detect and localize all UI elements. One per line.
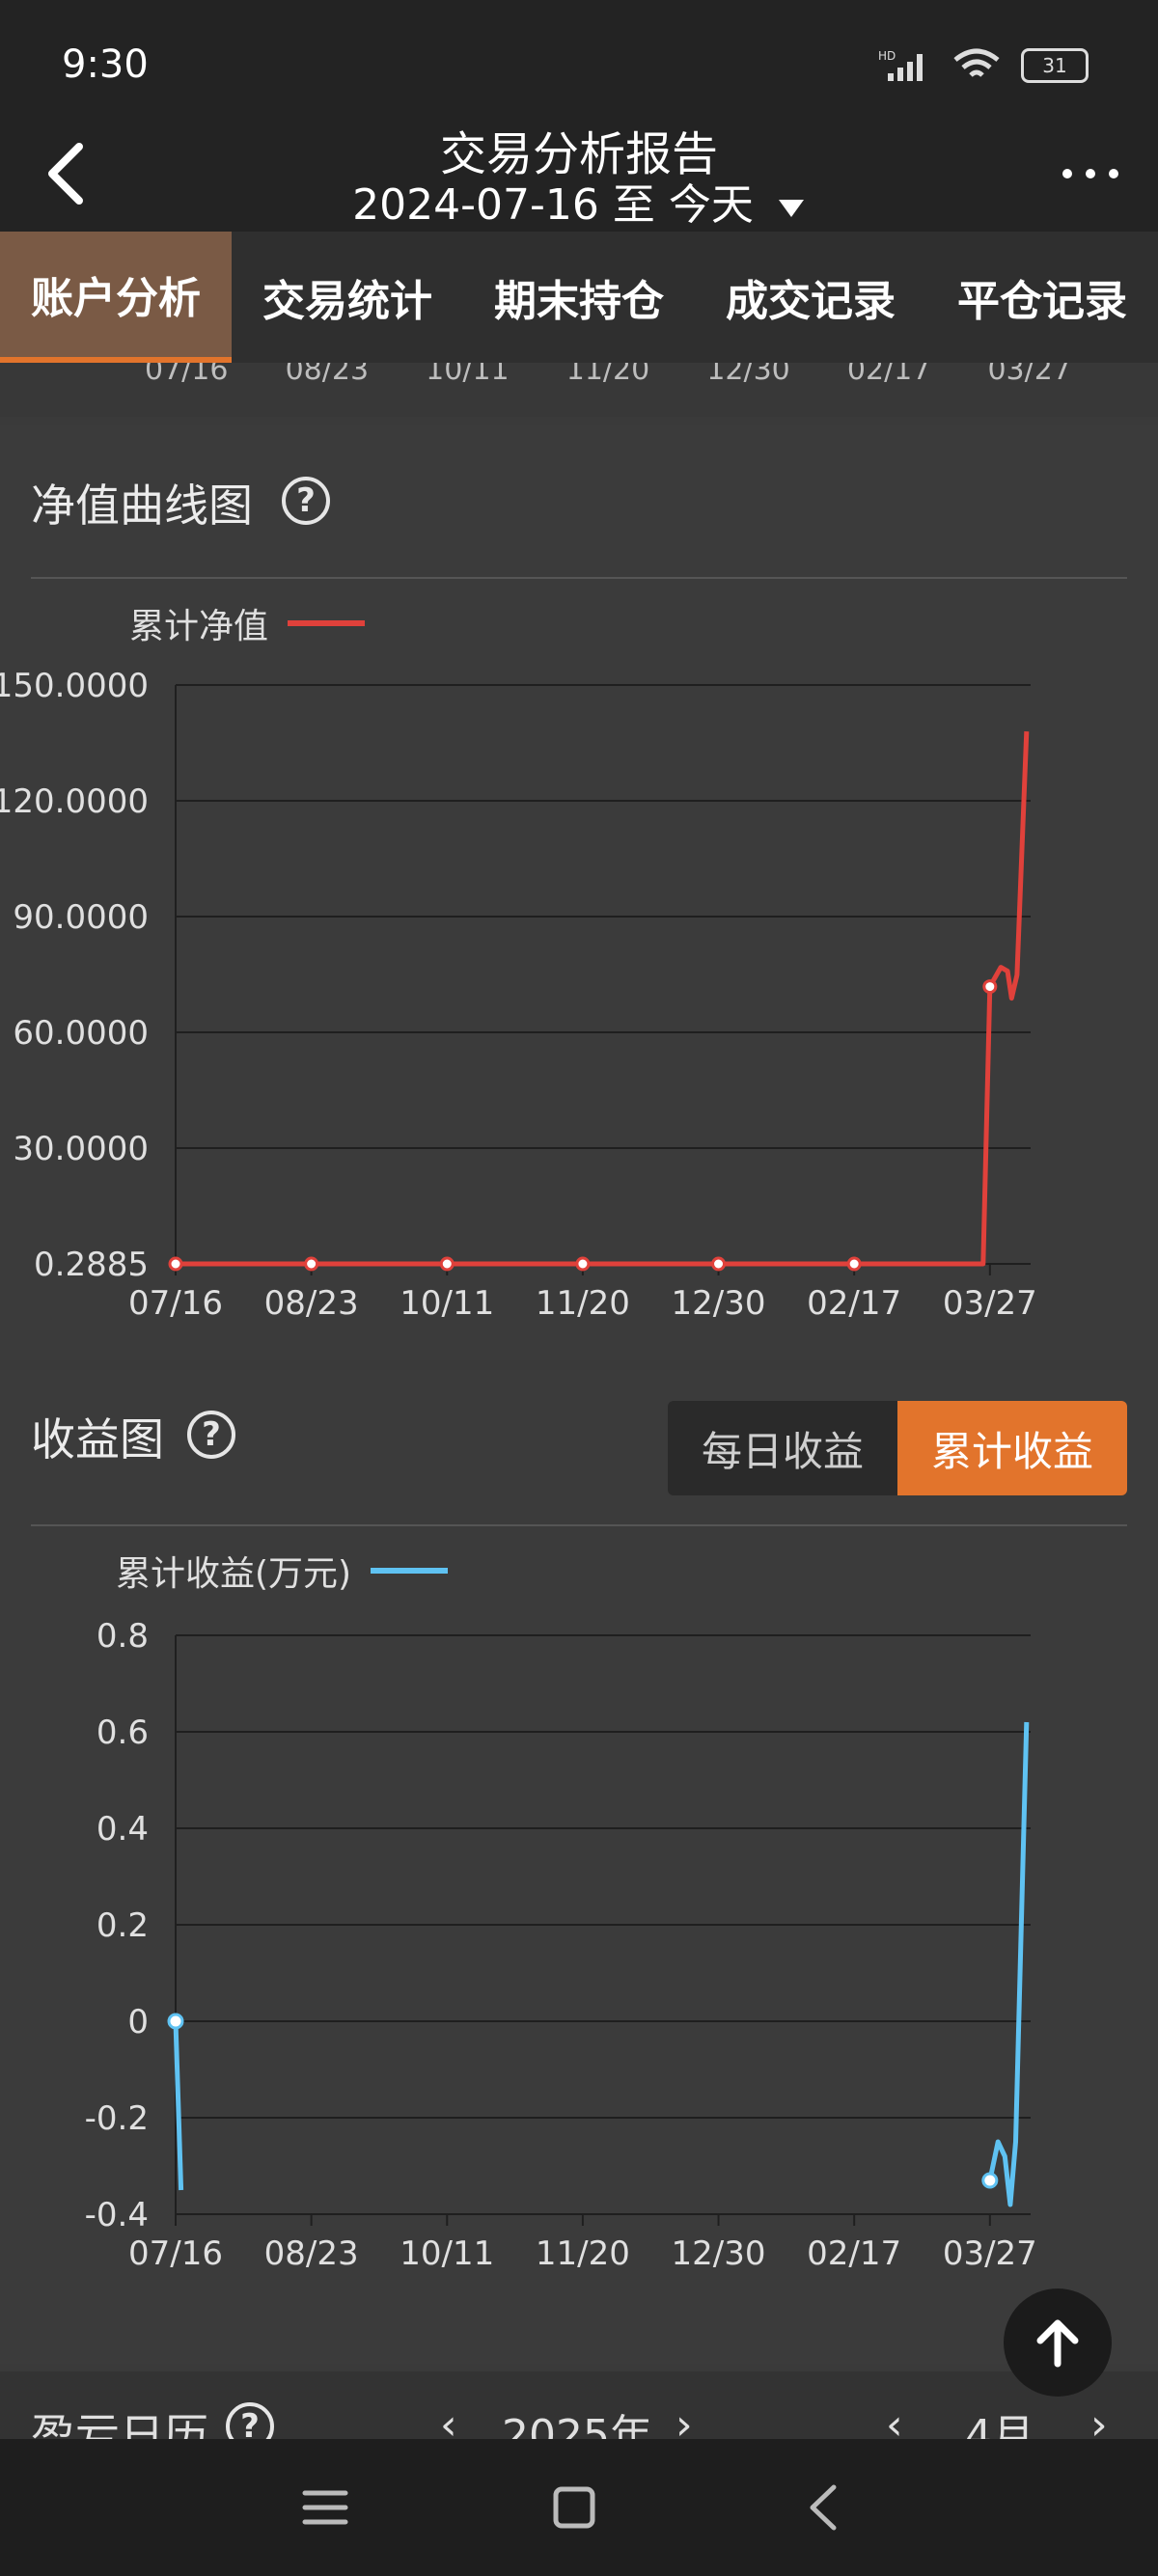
home-icon[interactable] bbox=[540, 2474, 608, 2541]
x-tick-label: 11/20 bbox=[536, 2234, 630, 2273]
x-tick-label: 08/23 bbox=[264, 2234, 359, 2273]
legend-swatch bbox=[371, 1568, 449, 1574]
profit-mode-toggle: 每日收益 累计收益 bbox=[668, 1401, 1127, 1495]
prev-year-button[interactable]: ‹ bbox=[440, 2400, 457, 2439]
nav-series-line bbox=[176, 731, 1030, 1267]
x-tick-label: 07/16 bbox=[128, 2234, 223, 2273]
y-tick-label: 0 bbox=[127, 2003, 149, 2042]
legend-label: 累计收益(万元) bbox=[116, 1554, 352, 1594]
data-point bbox=[167, 2013, 184, 2030]
date-range-text: 2024-07-16 至 今天 bbox=[352, 180, 754, 230]
x-tick-label: 12/30 bbox=[672, 1284, 766, 1323]
tick-label: 12/30 bbox=[706, 363, 790, 387]
x-tick-label: 02/17 bbox=[807, 2234, 901, 2273]
tick-label: 02/17 bbox=[846, 363, 931, 387]
tab-deal-records[interactable]: 成交记录 bbox=[695, 232, 926, 363]
legend-swatch bbox=[288, 620, 366, 626]
month-label: 4月 bbox=[965, 2411, 1034, 2439]
x-tick-label: 03/27 bbox=[943, 1284, 1037, 1323]
nav-chart-card: 净值曲线图 ? 累计净值 150.0000 120.0000 90.0000 60.0… bbox=[0, 425, 1158, 1360]
y-tick-label: -0.2 bbox=[85, 2099, 149, 2138]
x-tick-label: 11/20 bbox=[536, 1284, 630, 1323]
nav-line-chart: 150.0000 120.0000 90.0000 60.0000 30.0000 0.2… bbox=[0, 667, 1037, 1323]
nav-chart-title: 净值曲线图 bbox=[31, 480, 253, 532]
divider bbox=[31, 1524, 1127, 1526]
data-point bbox=[168, 1256, 183, 1272]
status-bar: 9:30 HD 31 bbox=[0, 0, 1158, 116]
cumulative-profit-button[interactable]: 累计收益 bbox=[897, 1401, 1127, 1495]
tick-label: 07/16 bbox=[145, 363, 229, 387]
y-tick-label: 0.2 bbox=[96, 1906, 149, 1945]
app-header: 交易分析报告 2024-07-16 至 今天 bbox=[0, 116, 1158, 232]
data-point bbox=[711, 1256, 727, 1272]
tab-bar: 账户分析 交易统计 期末持仓 成交记录 平仓记录 bbox=[0, 232, 1158, 363]
data-point bbox=[439, 1256, 455, 1272]
tab-end-positions[interactable]: 期末持仓 bbox=[463, 232, 695, 363]
status-time: 9:30 bbox=[62, 42, 149, 87]
y-tick-label: 0.2885 bbox=[34, 1246, 149, 1284]
x-tick-label: 08/23 bbox=[264, 1284, 359, 1323]
y-tick-label: 90.0000 bbox=[13, 898, 149, 937]
more-options-icon[interactable] bbox=[1052, 145, 1129, 203]
x-tick-label: 03/27 bbox=[943, 2234, 1037, 2273]
data-point bbox=[304, 1256, 319, 1272]
scroll-to-top-button[interactable] bbox=[1004, 2288, 1112, 2397]
prev-month-button[interactable]: ‹ bbox=[886, 2400, 903, 2439]
x-tick-label: 12/30 bbox=[672, 2234, 766, 2273]
arrow-up-icon bbox=[1036, 2319, 1079, 2368]
tab-trade-stats[interactable]: 交易统计 bbox=[232, 232, 463, 363]
profit-calendar-header: 盈亏日历 ? ‹ 2025年 › ‹ 4月 › bbox=[0, 2371, 1158, 2439]
battery-icon: 31 bbox=[1021, 48, 1089, 83]
profit-chart-card: 收益图 ? 每日收益 累计收益 累计收益(万元) 0.8 0.6 0.4 0.2 0 -0… bbox=[0, 1370, 1158, 2364]
signal-icon: HD bbox=[878, 49, 923, 81]
tab-account-analysis[interactable]: 账户分析 bbox=[0, 232, 232, 363]
y-tick-label: 60.0000 bbox=[13, 1014, 149, 1053]
profit-legend: 累计收益(万元) bbox=[116, 1546, 449, 1596]
data-point bbox=[981, 2172, 999, 2189]
profit-line-chart: 0.8 0.6 0.4 0.2 0 -0.2 -0.407/16 08/23 10/11 11/2… bbox=[85, 1617, 1037, 2273]
x-tick-label: 07/16 bbox=[128, 1284, 223, 1323]
daily-profit-button[interactable]: 每日收益 bbox=[668, 1401, 897, 1495]
year-label: 2025年 bbox=[502, 2411, 652, 2439]
tick-label: 08/23 bbox=[285, 363, 370, 387]
help-icon[interactable]: ? bbox=[282, 477, 330, 525]
previous-chart-axis: 07/16 08/23 10/11 11/20 12/30 02/17 03/2… bbox=[0, 363, 1158, 417]
y-tick-label: 0.4 bbox=[96, 1810, 149, 1849]
caret-down-icon bbox=[778, 200, 804, 217]
nav-legend: 累计净值 bbox=[129, 598, 366, 648]
data-point bbox=[982, 979, 998, 995]
calendar-title: 盈亏日历 bbox=[31, 2409, 208, 2439]
help-icon[interactable]: ? bbox=[187, 1411, 235, 1459]
divider bbox=[31, 577, 1127, 579]
data-point bbox=[575, 1256, 591, 1272]
back-nav-icon[interactable] bbox=[791, 2474, 859, 2541]
wifi-icon bbox=[953, 48, 1000, 77]
data-point bbox=[846, 1256, 862, 1272]
y-tick-label: 0.8 bbox=[96, 1617, 149, 1656]
legend-label: 累计净值 bbox=[129, 607, 269, 646]
tick-label: 11/20 bbox=[565, 363, 650, 387]
menu-icon[interactable] bbox=[291, 2474, 359, 2541]
profit-chart-title: 收益图 bbox=[31, 1413, 164, 1466]
y-tick-label: 0.6 bbox=[96, 1713, 149, 1752]
y-tick-label: -0.4 bbox=[85, 2196, 149, 2234]
next-month-button[interactable]: › bbox=[1090, 2400, 1108, 2439]
status-icons: HD 31 bbox=[878, 46, 1089, 85]
x-tick-label: 10/11 bbox=[400, 1284, 494, 1323]
y-tick-label: 30.0000 bbox=[13, 1130, 149, 1168]
tick-label: 03/27 bbox=[987, 363, 1071, 387]
x-tick-label: 10/11 bbox=[400, 2234, 494, 2273]
help-icon[interactable]: ? bbox=[226, 2402, 274, 2439]
date-range-selector[interactable]: 2024-07-16 至 今天 bbox=[0, 170, 1158, 232]
x-tick-label: 02/17 bbox=[807, 1284, 901, 1323]
hd-label: HD bbox=[878, 49, 896, 63]
y-tick-label: 150.0000 bbox=[0, 667, 149, 705]
system-nav-bar bbox=[0, 2439, 1158, 2576]
y-tick-label: 120.0000 bbox=[0, 782, 149, 821]
tab-close-records[interactable]: 平仓记录 bbox=[926, 232, 1158, 363]
tick-label: 10/11 bbox=[426, 363, 510, 387]
profit-series-line bbox=[987, 1721, 1030, 2207]
next-year-button[interactable]: › bbox=[676, 2400, 693, 2439]
